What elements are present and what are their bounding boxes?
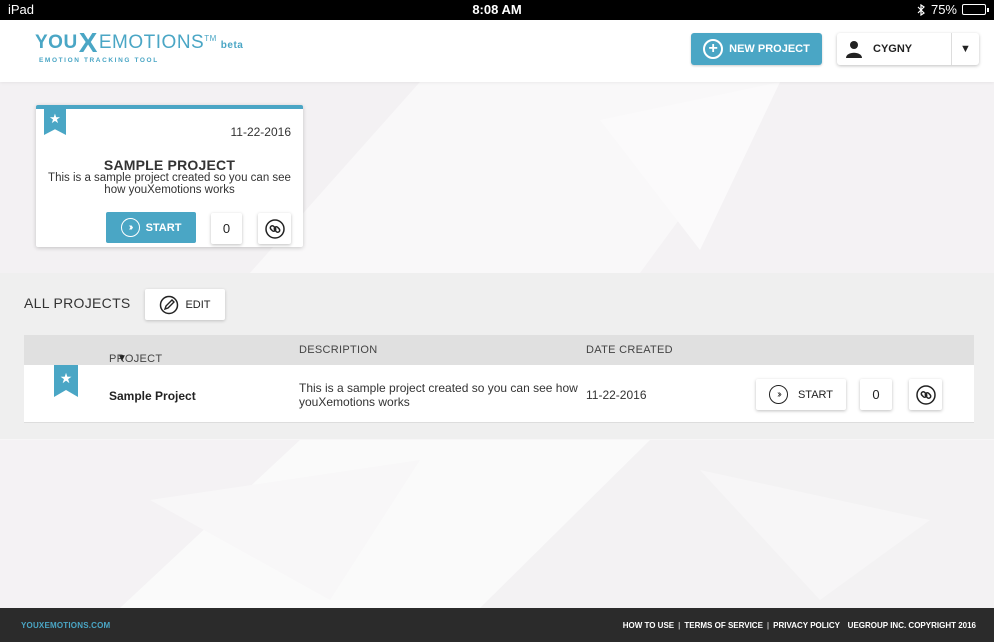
- table-header: PROJECT TITLE ▼ DESCRIPTION DATE CREATED: [24, 335, 974, 377]
- plus-circle-icon: +: [703, 39, 724, 59]
- column-description: DESCRIPTION: [299, 344, 378, 356]
- logo-beta: beta: [220, 40, 244, 51]
- battery-percent: 75%: [930, 2, 957, 17]
- row-response-count[interactable]: 0: [860, 379, 892, 410]
- logo-tm: TM: [204, 34, 217, 43]
- status-right: 75%: [917, 2, 989, 17]
- footer-copyright: UEGROUP INC. COPYRIGHT 2016: [847, 621, 976, 630]
- app-logo[interactable]: YOU X EMOTIONS TM beta EMOTION TRACKING …: [35, 27, 244, 65]
- row-description: This is a sample project created so you …: [299, 381, 578, 409]
- all-projects-heading: ALL PROJECTS: [24, 295, 131, 311]
- card-response-count[interactable]: 0: [211, 213, 242, 244]
- card-share-link-button[interactable]: [258, 213, 291, 244]
- footer-privacy-link[interactable]: PRIVACY POLICY: [773, 621, 840, 630]
- card-start-label: START: [145, 221, 182, 234]
- edit-label: EDIT: [185, 298, 211, 311]
- logo-x: X: [78, 27, 98, 58]
- app-footer: YOUXEMOTIONS.COM HOW TO USE | TERMS OF S…: [0, 608, 994, 642]
- footer-separator: |: [766, 621, 770, 630]
- new-project-label: NEW PROJECT: [729, 43, 810, 55]
- bluetooth-icon: [917, 3, 925, 16]
- bookmark-star-icon[interactable]: ★: [44, 109, 66, 135]
- app-header: YOU X EMOTIONS TM beta EMOTION TRACKING …: [0, 20, 994, 82]
- footer-site-link[interactable]: YOUXEMOTIONS.COM: [21, 621, 110, 630]
- row-start-button[interactable]: ›› START: [756, 379, 846, 410]
- all-projects-section: ALL PROJECTS EDIT PROJECT TITLE ▼ DESCRI…: [0, 273, 994, 439]
- sort-desc-icon[interactable]: ▼: [117, 353, 127, 364]
- status-bar: iPad 8:08 AM 75%: [0, 0, 994, 20]
- user-name: CYGNY: [873, 43, 913, 55]
- pencil-circle-icon: [160, 295, 179, 314]
- column-date-created: DATE CREATED: [586, 344, 673, 356]
- logo-you: YOU: [35, 32, 78, 53]
- link-icon: [264, 218, 285, 239]
- logo-emotions: EMOTIONS: [98, 32, 205, 53]
- user-icon: [837, 40, 871, 58]
- footer-how-to-use-link[interactable]: HOW TO USE: [623, 621, 674, 630]
- new-project-button[interactable]: + NEW PROJECT: [691, 33, 822, 65]
- fast-forward-icon: ››: [768, 385, 788, 404]
- logo-tagline: EMOTION TRACKING TOOL: [39, 57, 159, 64]
- footer-separator: |: [678, 621, 681, 630]
- footer-links: HOW TO USE | TERMS OF SERVICE | PRIVACY …: [623, 621, 840, 630]
- battery-icon: [962, 4, 989, 15]
- projects-table: PROJECT TITLE ▼ DESCRIPTION DATE CREATED…: [24, 335, 974, 423]
- bookmark-star-icon[interactable]: ★: [54, 365, 78, 397]
- fast-forward-icon: ››: [120, 218, 140, 237]
- row-date: 11-22-2016: [586, 388, 647, 402]
- row-share-link-button[interactable]: [909, 379, 942, 410]
- edit-button[interactable]: EDIT: [145, 289, 225, 320]
- card-date: 11-22-2016: [230, 125, 292, 139]
- card-title: SAMPLE PROJECT: [103, 157, 236, 173]
- status-time: 8:08 AM: [472, 2, 522, 17]
- project-card[interactable]: ★ 11-22-2016 SAMPLE PROJECT This is a sa…: [36, 105, 303, 247]
- footer-terms-link[interactable]: TERMS OF SERVICE: [684, 621, 763, 630]
- row-project-title[interactable]: Sample Project: [109, 389, 196, 403]
- card-start-button[interactable]: ›› START: [106, 212, 196, 243]
- table-row[interactable]: ★ Sample Project This is a sample projec…: [24, 365, 974, 423]
- chevron-down-icon[interactable]: ▼: [951, 33, 979, 65]
- card-description: This is a sample project created so you …: [48, 172, 291, 196]
- user-menu[interactable]: CYGNY ▼: [837, 33, 979, 65]
- link-icon: [915, 384, 936, 405]
- row-start-label: START: [797, 388, 834, 401]
